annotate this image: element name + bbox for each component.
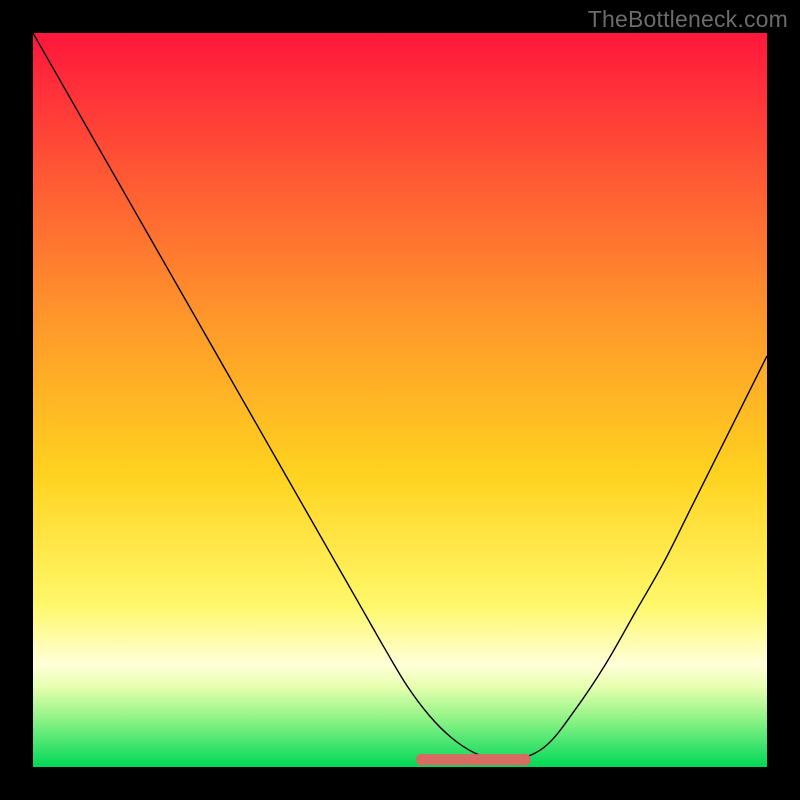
chart-plot-area — [33, 33, 767, 767]
chart-svg — [33, 33, 767, 767]
chart-background-gradient — [33, 33, 767, 767]
optimal-range-marker — [416, 754, 531, 766]
chart-frame: TheBottleneck.com — [0, 0, 800, 800]
watermark-text: TheBottleneck.com — [588, 6, 788, 33]
